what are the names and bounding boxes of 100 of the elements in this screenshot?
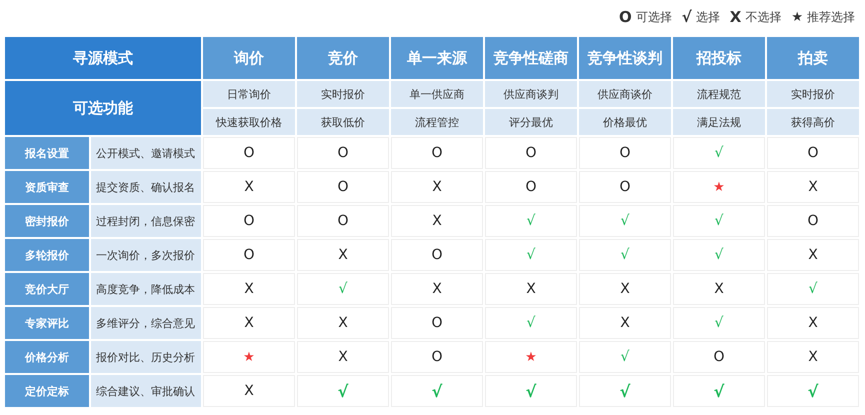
table-cell: X	[767, 171, 859, 203]
row-description: 过程封闭，信息保密	[91, 205, 201, 237]
feature-cell: 快速获取价格	[203, 109, 295, 135]
table-cell: O	[391, 341, 483, 373]
legend-label: 可选择	[636, 8, 672, 26]
table-cell: X	[485, 273, 577, 305]
column-header: 拍卖	[767, 37, 859, 79]
legend-symbol: √	[682, 8, 692, 26]
table-cell: X	[579, 307, 671, 339]
legend-label: 选择	[696, 8, 720, 26]
feature-cell: 供应商谈价	[579, 81, 671, 107]
table-cell: O	[767, 205, 859, 237]
table-cell: √	[767, 273, 859, 305]
feature-cell: 日常询价	[203, 81, 295, 107]
table-cell: √	[579, 375, 671, 407]
table-cell: O	[579, 137, 671, 169]
row-header: 资质审查	[5, 171, 89, 203]
table-cell: √	[297, 375, 389, 407]
table-cell: √	[485, 307, 577, 339]
feature-cell: 供应商谈判	[485, 81, 577, 107]
row-header: 价格分析	[5, 341, 89, 373]
table-cell: X	[203, 307, 295, 339]
table-cell: O	[579, 171, 671, 203]
table-cell: X	[203, 375, 295, 407]
table-cell: X	[673, 273, 765, 305]
table-cell: X	[391, 205, 483, 237]
legend-label: 推荐选择	[807, 8, 855, 26]
table-cell: X	[297, 341, 389, 373]
feature-cell: 获得高价	[767, 109, 859, 135]
row-description: 报价对比、历史分析	[91, 341, 201, 373]
row-header: 定价定标	[5, 375, 89, 407]
row-description: 高度竞争，降低成本	[91, 273, 201, 305]
row-header: 竞价大厅	[5, 273, 89, 305]
table-cell: X	[391, 171, 483, 203]
feature-cell: 单一供应商	[391, 81, 483, 107]
table-cell: √	[579, 239, 671, 271]
column-header: 单一来源	[391, 37, 483, 79]
table-cell: √	[673, 205, 765, 237]
table-cell: √	[767, 375, 859, 407]
table-cell: X	[297, 239, 389, 271]
column-header: 竞争性磋商	[485, 37, 577, 79]
table-cell: O	[297, 205, 389, 237]
feature-cell: 价格最优	[579, 109, 671, 135]
table-cell: √	[485, 239, 577, 271]
table-cell: X	[767, 341, 859, 373]
row-description: 综合建议、审批确认	[91, 375, 201, 407]
table-cell: √	[485, 375, 577, 407]
table-cell: O	[297, 137, 389, 169]
table-cell: √	[297, 273, 389, 305]
column-header: 招投标	[673, 37, 765, 79]
table-cell: O	[203, 137, 295, 169]
table-cell: O	[485, 137, 577, 169]
feature-cell: 满足法规	[673, 109, 765, 135]
table-cell: X	[297, 307, 389, 339]
feature-cell: 实时报价	[297, 81, 389, 107]
table-cell: ★	[673, 171, 765, 203]
row-header: 密封报价	[5, 205, 89, 237]
legend-symbol: O	[618, 8, 632, 26]
table-cell: X	[203, 273, 295, 305]
table-cell: √	[673, 375, 765, 407]
table-cell: O	[767, 137, 859, 169]
table-cell: X	[579, 273, 671, 305]
table-cell: O	[673, 341, 765, 373]
column-header: 竞争性谈判	[579, 37, 671, 79]
table-cell: ★	[485, 341, 577, 373]
row-description: 一次询价，多次报价	[91, 239, 201, 271]
feature-cell: 流程管控	[391, 109, 483, 135]
row-header: 专家评比	[5, 307, 89, 339]
table-cell: √	[391, 375, 483, 407]
row-header: 多轮报价	[5, 239, 89, 271]
corner-header: 寻源模式	[5, 37, 201, 79]
table-cell: O	[297, 171, 389, 203]
table-cell: ★	[203, 341, 295, 373]
table-cell: √	[579, 341, 671, 373]
table-cell: √	[673, 307, 765, 339]
row-header: 报名设置	[5, 137, 89, 169]
table-cell: O	[203, 239, 295, 271]
table-cell: X	[767, 239, 859, 271]
table-cell: X	[767, 307, 859, 339]
row-description: 多维评分，综合意见	[91, 307, 201, 339]
table-cell: O	[485, 171, 577, 203]
feature-cell: 流程规范	[673, 81, 765, 107]
table-cell: √	[485, 205, 577, 237]
feature-cell: 获取低价	[297, 109, 389, 135]
feature-cell: 实时报价	[767, 81, 859, 107]
legend-symbol: X	[730, 8, 742, 26]
table-cell: X	[391, 273, 483, 305]
legend-symbol: ★	[791, 10, 803, 24]
table-cell: O	[391, 239, 483, 271]
row-description: 提交资质、确认报名	[91, 171, 201, 203]
table-cell: O	[203, 205, 295, 237]
column-header: 询价	[203, 37, 295, 79]
table-cell: √	[579, 205, 671, 237]
row-group-header: 可选功能	[5, 81, 201, 135]
feature-cell: 评分最优	[485, 109, 577, 135]
table-cell: √	[673, 137, 765, 169]
row-description: 公开模式、邀请模式	[91, 137, 201, 169]
column-header: 竞价	[297, 37, 389, 79]
table-cell: X	[203, 171, 295, 203]
table-cell: O	[391, 307, 483, 339]
